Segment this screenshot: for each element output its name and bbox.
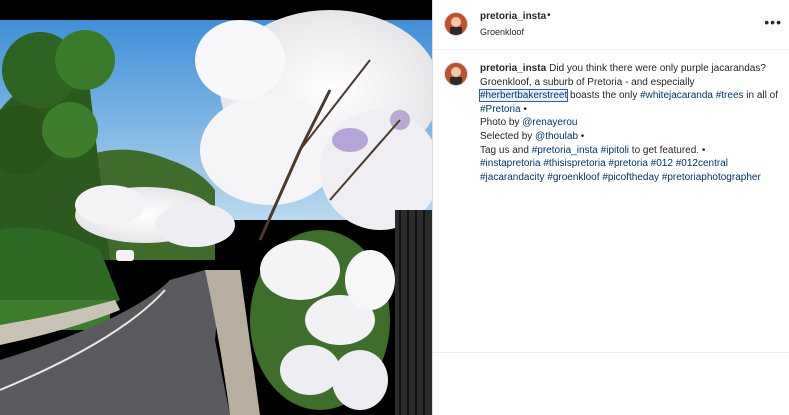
caption-text: • bbox=[520, 103, 527, 115]
hashtag-pretoria-link[interactable]: #Pretoria bbox=[480, 104, 521, 115]
post-detail-panel: pretoria_insta • Groenkloof ••• pretoria… bbox=[432, 0, 789, 415]
hashtag-trees-link[interactable]: #trees bbox=[716, 90, 744, 101]
hashtag-link[interactable]: #pretoria bbox=[608, 158, 647, 169]
caption-avatar[interactable] bbox=[444, 62, 468, 86]
jacaranda-street-image bbox=[0, 0, 432, 415]
hashtag-link[interactable]: #thisispretoria bbox=[543, 158, 605, 169]
caption-text: Did you think there were only purple jac… bbox=[549, 63, 766, 74]
caption-text: Groenkloof, a suburb of Pretoria - and e… bbox=[480, 76, 695, 88]
caption-text: in all of bbox=[743, 90, 778, 102]
mention-renayerou-link[interactable]: @renayerou bbox=[522, 117, 577, 128]
avatar[interactable] bbox=[444, 12, 468, 36]
caption-text: • bbox=[578, 130, 585, 142]
more-horizontal-icon[interactable]: ••• bbox=[764, 14, 782, 30]
hashtag-pretoria-insta-link[interactable]: #pretoria_insta bbox=[532, 145, 598, 156]
caption-text: to get featured. • bbox=[629, 144, 706, 156]
hashtag-link[interactable]: #instapretoria bbox=[480, 158, 541, 169]
caption-text: boasts the only bbox=[567, 90, 641, 102]
caption-text: Photo by bbox=[480, 117, 523, 129]
hashtag-link[interactable]: #jacarandacity bbox=[480, 172, 544, 183]
hashtag-link[interactable]: #012central bbox=[676, 158, 728, 169]
mention-thoulab-link[interactable]: @thoulab bbox=[535, 131, 578, 142]
hashtag-link[interactable]: #picoftheday bbox=[602, 172, 659, 183]
hashtag-link[interactable]: #pretoriaphotographer bbox=[662, 172, 761, 183]
profile-picture-icon bbox=[445, 13, 467, 35]
post-caption: pretoria_insta Did you think there were o… bbox=[478, 62, 780, 184]
post-photo[interactable] bbox=[0, 0, 432, 415]
post-username-link[interactable]: pretoria_insta bbox=[480, 11, 546, 22]
divider bbox=[433, 352, 789, 353]
hashtag-ipitoli-link[interactable]: #ipitoli bbox=[601, 145, 629, 156]
caption-text: Tag us and bbox=[480, 144, 532, 156]
hashtag-whitejacaranda-link[interactable]: #whitejacaranda bbox=[640, 90, 713, 101]
caption-username-link[interactable]: pretoria_insta bbox=[480, 63, 546, 74]
post-location-link[interactable]: Groenkloof bbox=[480, 27, 524, 37]
hashtag-herbertbakerstreet-link[interactable]: #herbertbakerstreet bbox=[478, 89, 569, 103]
profile-picture-icon bbox=[445, 63, 467, 85]
caption-text: Selected by bbox=[480, 130, 536, 142]
hashtag-link[interactable]: #groenkloof bbox=[547, 172, 599, 183]
hashtag-link[interactable]: #012 bbox=[651, 158, 673, 169]
separator-dot: • bbox=[547, 10, 551, 21]
post-header: pretoria_insta • Groenkloof ••• bbox=[433, 0, 789, 50]
